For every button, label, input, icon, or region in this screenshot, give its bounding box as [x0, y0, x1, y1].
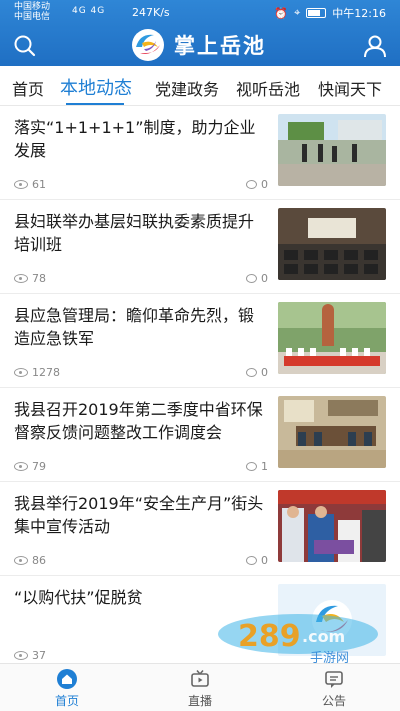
- article-item[interactable]: 我县举行2019年“安全生产月”街头集中宣传活动 86 0: [0, 482, 400, 576]
- signal-indicator: 4G 4G: [72, 6, 106, 16]
- tab-world-news[interactable]: 快闻天下: [318, 76, 382, 100]
- carrier-1: 中国移动: [14, 2, 51, 12]
- home-icon: [57, 669, 77, 689]
- article-title: 我县举行2019年“安全生产月”街头集中宣传活动: [14, 494, 264, 536]
- article-thumbnail: [278, 114, 386, 186]
- tab-party-affairs[interactable]: 党建政务: [155, 76, 219, 100]
- tab-local-news[interactable]: 本地动态: [60, 74, 132, 100]
- view-count: 78: [14, 272, 46, 285]
- bottom-nav: 首页 直播 公告: [0, 663, 400, 711]
- active-tab-indicator: [66, 103, 124, 105]
- article-thumbnail: [278, 302, 386, 374]
- eye-icon: [14, 180, 28, 189]
- app-title: 掌上岳池: [174, 34, 266, 58]
- view-count: 1278: [14, 366, 60, 379]
- tv-icon: [191, 670, 209, 687]
- article-item[interactable]: 县应急管理局：瞻仰革命先烈，锻造应急铁军 1278 0: [0, 294, 400, 388]
- comment-icon: [246, 274, 257, 283]
- notice-icon: [325, 671, 343, 688]
- carrier-2: 中国电信: [14, 12, 51, 22]
- network-speed: 247K/s: [132, 6, 170, 19]
- brand: 掌上岳池: [130, 27, 266, 63]
- article-item[interactable]: 县妇联举办基层妇联执委素质提升培训班 78 0: [0, 200, 400, 294]
- nav-live[interactable]: 直播: [160, 668, 240, 709]
- article-thumbnail: [278, 490, 386, 562]
- comment-count: 0: [246, 272, 268, 285]
- article-thumbnail: [278, 208, 386, 280]
- view-count: 61: [14, 178, 46, 191]
- comment-count: 0: [246, 178, 268, 191]
- article-thumbnail: [278, 396, 386, 468]
- app-logo-icon: [132, 29, 164, 61]
- article-title: 我县召开2019年第二季度中省环保督察反馈问题整改工作调度会: [14, 400, 263, 442]
- eye-icon: [14, 368, 28, 377]
- eye-icon: [14, 462, 28, 471]
- nav-notice[interactable]: 公告: [294, 668, 374, 709]
- app-bar: 掌上岳池: [0, 24, 400, 66]
- article-title: 县应急管理局：瞻仰革命先烈，锻造应急铁军: [14, 306, 255, 348]
- battery-icon: [306, 8, 327, 18]
- eye-icon: [14, 274, 28, 283]
- category-tabs: 首页 本地动态 党建政务 视听岳池 快闻天下: [0, 66, 400, 106]
- article-item[interactable]: “以购代扶”促脱贫 37: [0, 576, 400, 670]
- nav-home[interactable]: 首页: [27, 668, 107, 709]
- view-count: 37: [14, 649, 46, 662]
- comment-icon: [246, 462, 257, 471]
- nav-home-label: 首页: [54, 694, 79, 708]
- eye-icon: [14, 651, 28, 660]
- eye-icon: [14, 556, 28, 565]
- tab-home[interactable]: 首页: [12, 76, 44, 100]
- alarm-icon: ⏰: [274, 6, 289, 20]
- tab-audio-visual[interactable]: 视听岳池: [236, 76, 300, 100]
- clock: 中午12:16: [332, 7, 386, 20]
- view-count: 86: [14, 554, 46, 567]
- app-header: 中国移动 中国电信 4G 4G 247K/s ⏰ ⌖ 中午12:16 掌上岳池: [0, 0, 400, 66]
- article-thumbnail: [278, 584, 386, 656]
- comment-icon: [246, 368, 257, 377]
- comment-icon: [246, 556, 257, 565]
- article-title: “以购代扶”促脱贫: [14, 588, 143, 607]
- article-title: 县妇联举办基层妇联执委素质提升培训班: [14, 212, 255, 254]
- status-bar: 中国移动 中国电信 4G 4G 247K/s ⏰ ⌖ 中午12:16: [0, 0, 400, 24]
- search-icon[interactable]: [12, 33, 38, 59]
- nav-notice-label: 公告: [321, 694, 346, 708]
- user-icon[interactable]: [362, 33, 388, 59]
- article-item[interactable]: 我县召开2019年第二季度中省环保督察反馈问题整改工作调度会 79 1: [0, 388, 400, 482]
- comment-count: 0: [246, 366, 268, 379]
- comment-icon: [246, 180, 257, 189]
- article-title: 落实“1+1+1+1”制度，助力企业发展: [14, 118, 256, 160]
- comment-count: 1: [246, 460, 268, 473]
- location-icon: ⌖: [294, 6, 301, 19]
- view-count: 79: [14, 460, 46, 473]
- carrier-labels: 中国移动 中国电信: [14, 2, 50, 22]
- article-item[interactable]: 落实“1+1+1+1”制度，助力企业发展 61 0: [0, 106, 400, 200]
- comment-count: 0: [246, 554, 268, 567]
- nav-live-label: 直播: [187, 694, 212, 708]
